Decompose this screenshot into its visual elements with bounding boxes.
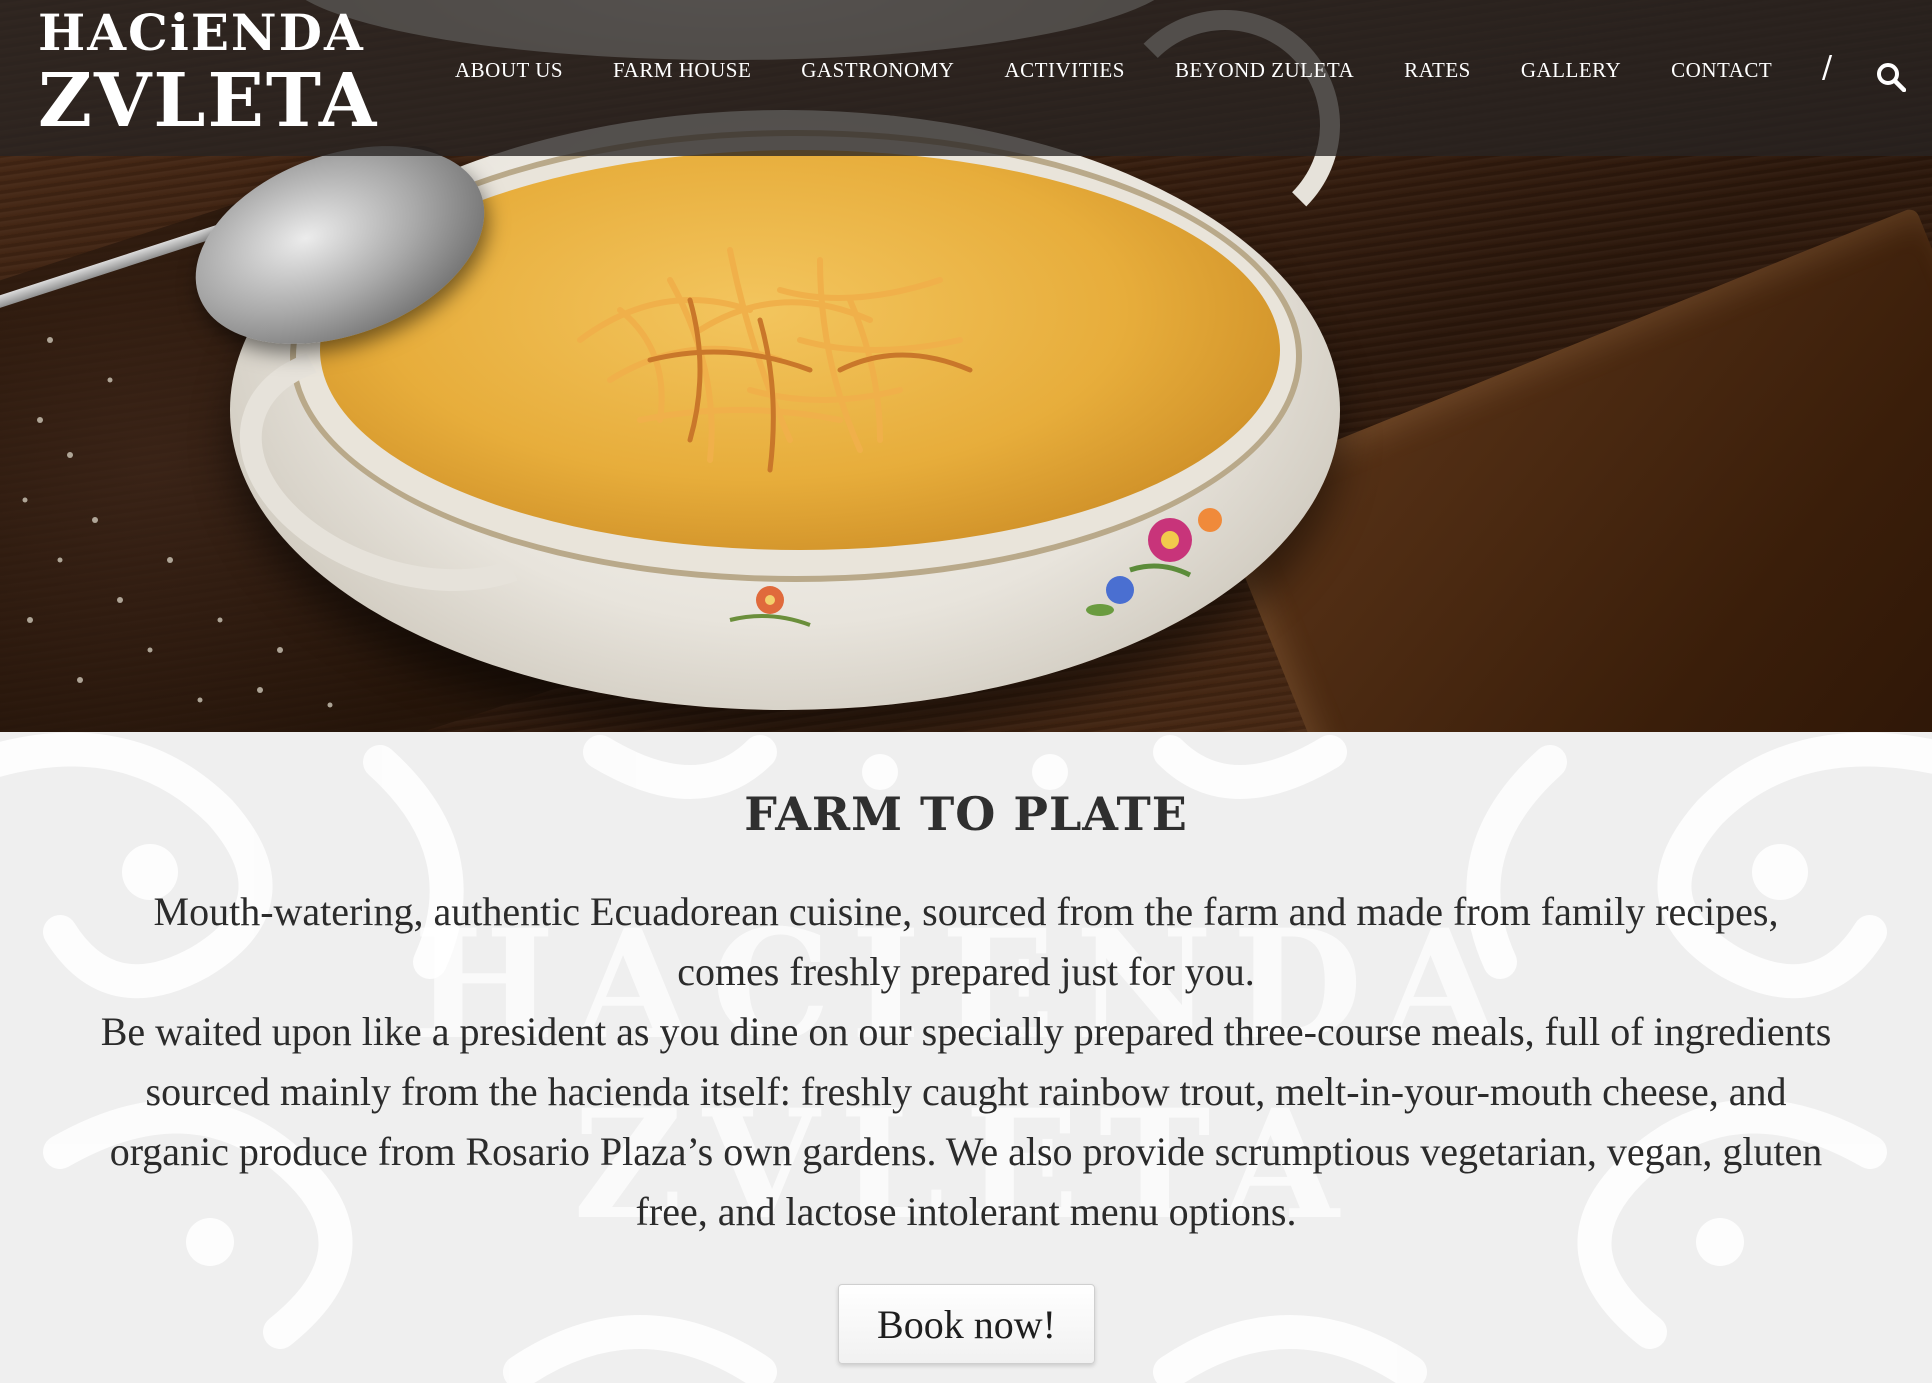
nav-farm-house[interactable]: FARM HOUSE bbox=[613, 58, 751, 83]
site-logo[interactable]: HACiENDA ZVLETA bbox=[38, 3, 379, 144]
nav-activities[interactable]: ACTIVITIES bbox=[1004, 58, 1124, 83]
nav-about-us[interactable]: ABOUT US bbox=[455, 58, 563, 83]
details-paragraph: Be waited upon like a president as you d… bbox=[100, 1009, 1832, 1234]
nav-gallery[interactable]: GALLERY bbox=[1521, 58, 1621, 83]
logo-line-1: HACiENDA bbox=[38, 3, 365, 62]
nav-separator: / bbox=[1822, 50, 1833, 85]
farm-to-plate-section: HACIENDA ZVLETA FARM TO PLATE Mouth-wate… bbox=[0, 732, 1932, 1383]
section-title: FARM TO PLATE bbox=[744, 787, 1188, 841]
nav-rates[interactable]: RATES bbox=[1404, 58, 1471, 83]
flower-decoration-small bbox=[729, 586, 811, 627]
flower-decoration bbox=[1086, 508, 1222, 616]
site-header: HACiENDA ZVLETA ABOUT US FARM HOUSE GAST… bbox=[0, 0, 1932, 156]
potato-garnish bbox=[577, 247, 973, 473]
book-now-button[interactable]: Book now! bbox=[838, 1284, 1095, 1364]
nav-beyond-zuleta[interactable]: BEYOND ZULETA bbox=[1175, 58, 1354, 83]
logo-line-2: ZVLETA bbox=[38, 58, 379, 144]
main-nav: ABOUT US FARM HOUSE GASTRONOMY ACTIVITIE… bbox=[455, 58, 1772, 83]
intro-paragraph: Mouth-watering, authentic Ecuadorean cui… bbox=[153, 889, 1779, 994]
nav-contact[interactable]: CONTACT bbox=[1671, 58, 1772, 83]
search-icon[interactable] bbox=[1876, 62, 1906, 92]
nav-gastronomy[interactable]: GASTRONOMY bbox=[801, 58, 954, 83]
